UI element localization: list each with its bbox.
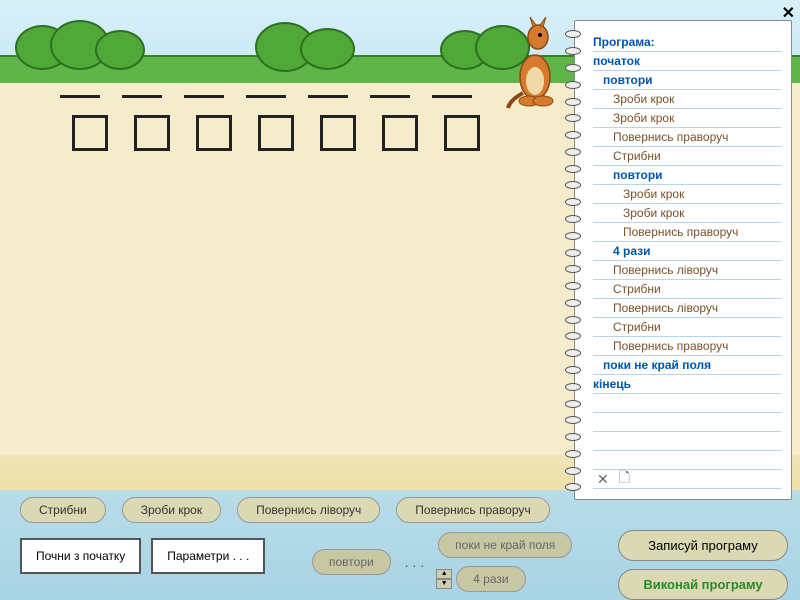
bush-decoration <box>95 30 145 70</box>
record-program-button[interactable]: Записуй програму <box>618 530 788 561</box>
turn-right-button[interactable]: Повернись праворуч <box>396 497 549 523</box>
program-line[interactable]: поки не край поля <box>593 356 781 375</box>
program-line[interactable]: Повернись ліворуч <box>593 299 781 318</box>
program-line[interactable]: Зроби крок <box>593 90 781 109</box>
times-button[interactable]: 4 рази <box>456 566 525 592</box>
program-line[interactable]: Повернись праворуч <box>593 223 781 242</box>
program-line[interactable]: Повернись праворуч <box>593 128 781 147</box>
stepper-down-icon[interactable]: ▼ <box>436 579 452 589</box>
program-line[interactable]: повтори <box>593 71 781 90</box>
program-line[interactable]: повтори <box>593 166 781 185</box>
program-line[interactable]: Зроби крок <box>593 204 781 223</box>
program-line[interactable]: початок <box>593 52 781 71</box>
kangaroo-character <box>505 15 560 110</box>
execute-program-button[interactable]: Виконай програму <box>618 569 788 600</box>
new-page-icon[interactable]: 🗋 <box>619 467 630 491</box>
program-line[interactable]: Зроби крок <box>593 109 781 128</box>
program-notebook: Програма: початокповториЗроби крокЗроби … <box>574 20 792 500</box>
delete-icon[interactable]: ✕ <box>597 471 609 488</box>
repeat-button[interactable]: повтори <box>312 549 391 575</box>
jump-button[interactable]: Стрибни <box>20 497 106 523</box>
spiral-binding <box>565 26 583 496</box>
step-button[interactable]: Зроби крок <box>122 497 221 523</box>
loop-controls: повтори . . . поки не край поля ▲ ▼ 4 ра… <box>310 530 574 594</box>
program-line[interactable]: Повернись ліворуч <box>593 261 781 280</box>
params-button[interactable]: Параметри . . . <box>151 538 265 574</box>
right-action-buttons: Записуй програму Виконай програму <box>618 530 788 600</box>
program-line[interactable]: Повернись праворуч <box>593 337 781 356</box>
dots-label: . . . <box>399 554 430 570</box>
stepper-up-icon[interactable]: ▲ <box>436 569 452 579</box>
field-dashes <box>60 95 472 98</box>
program-line[interactable]: Стрибни <box>593 280 781 299</box>
times-stepper[interactable]: ▲ ▼ <box>436 569 452 589</box>
program-line[interactable]: 4 рази <box>593 242 781 261</box>
turn-left-button[interactable]: Повернись ліворуч <box>237 497 380 523</box>
until-edge-button[interactable]: поки не край поля <box>438 532 572 558</box>
program-line[interactable]: Стрибни <box>593 318 781 337</box>
program-line[interactable]: Зроби крок <box>593 185 781 204</box>
field-boxes <box>72 115 480 151</box>
restart-button[interactable]: Почни з початку <box>20 538 141 574</box>
program-line[interactable]: Стрибни <box>593 147 781 166</box>
bush-decoration <box>300 28 355 70</box>
program-line[interactable]: кінець <box>593 375 781 394</box>
program-title: Програма: <box>593 33 781 52</box>
bottom-left-controls: Почни з початку Параметри . . . <box>20 538 265 574</box>
command-buttons-row: Стрибни Зроби крок Повернись ліворуч Пов… <box>20 497 550 523</box>
